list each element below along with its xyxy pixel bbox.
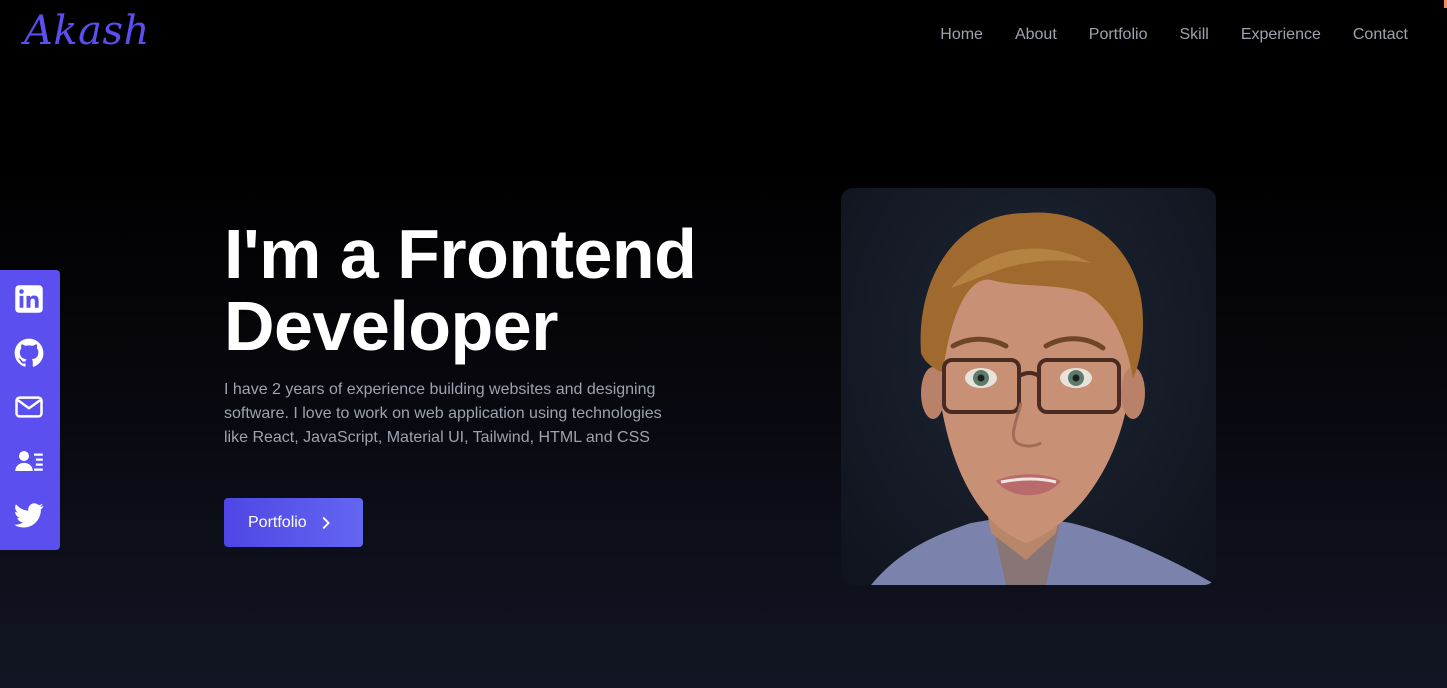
- github-icon: [14, 338, 44, 367]
- nav-item-skill[interactable]: Skill: [1179, 26, 1208, 44]
- nav-item-contact[interactable]: Contact: [1353, 26, 1408, 44]
- github-link[interactable]: [13, 338, 45, 368]
- brand-logo[interactable]: Akash: [24, 8, 150, 54]
- portfolio-button[interactable]: Portfolio: [224, 498, 363, 547]
- main-nav: Home About Portfolio Skill Experience Co…: [940, 26, 1408, 44]
- twitter-icon: [14, 503, 44, 528]
- hero-title-line-2: Developer: [224, 287, 558, 365]
- hero-description: I have 2 years of experience building we…: [224, 381, 662, 446]
- hero-title-line-1: I'm a Frontend: [224, 215, 697, 293]
- nav-item-experience[interactable]: Experience: [1241, 26, 1321, 44]
- twitter-link[interactable]: [13, 500, 45, 530]
- nav-item-home[interactable]: Home: [940, 26, 983, 44]
- chevron-right-icon: [319, 516, 333, 530]
- profile-portrait: [841, 188, 1216, 585]
- linkedin-icon: [15, 285, 43, 313]
- resume-link[interactable]: [13, 446, 45, 476]
- nav-item-about[interactable]: About: [1015, 26, 1057, 44]
- mail-link[interactable]: [13, 392, 45, 422]
- portfolio-button-label: Portfolio: [248, 513, 307, 531]
- mail-icon: [15, 396, 43, 418]
- resume-icon: [15, 451, 43, 471]
- nav-item-portfolio[interactable]: Portfolio: [1089, 26, 1148, 44]
- hero-title: I'm a Frontend Developer: [224, 215, 697, 365]
- linkedin-link[interactable]: [13, 284, 45, 314]
- social-links-bar: [0, 270, 60, 550]
